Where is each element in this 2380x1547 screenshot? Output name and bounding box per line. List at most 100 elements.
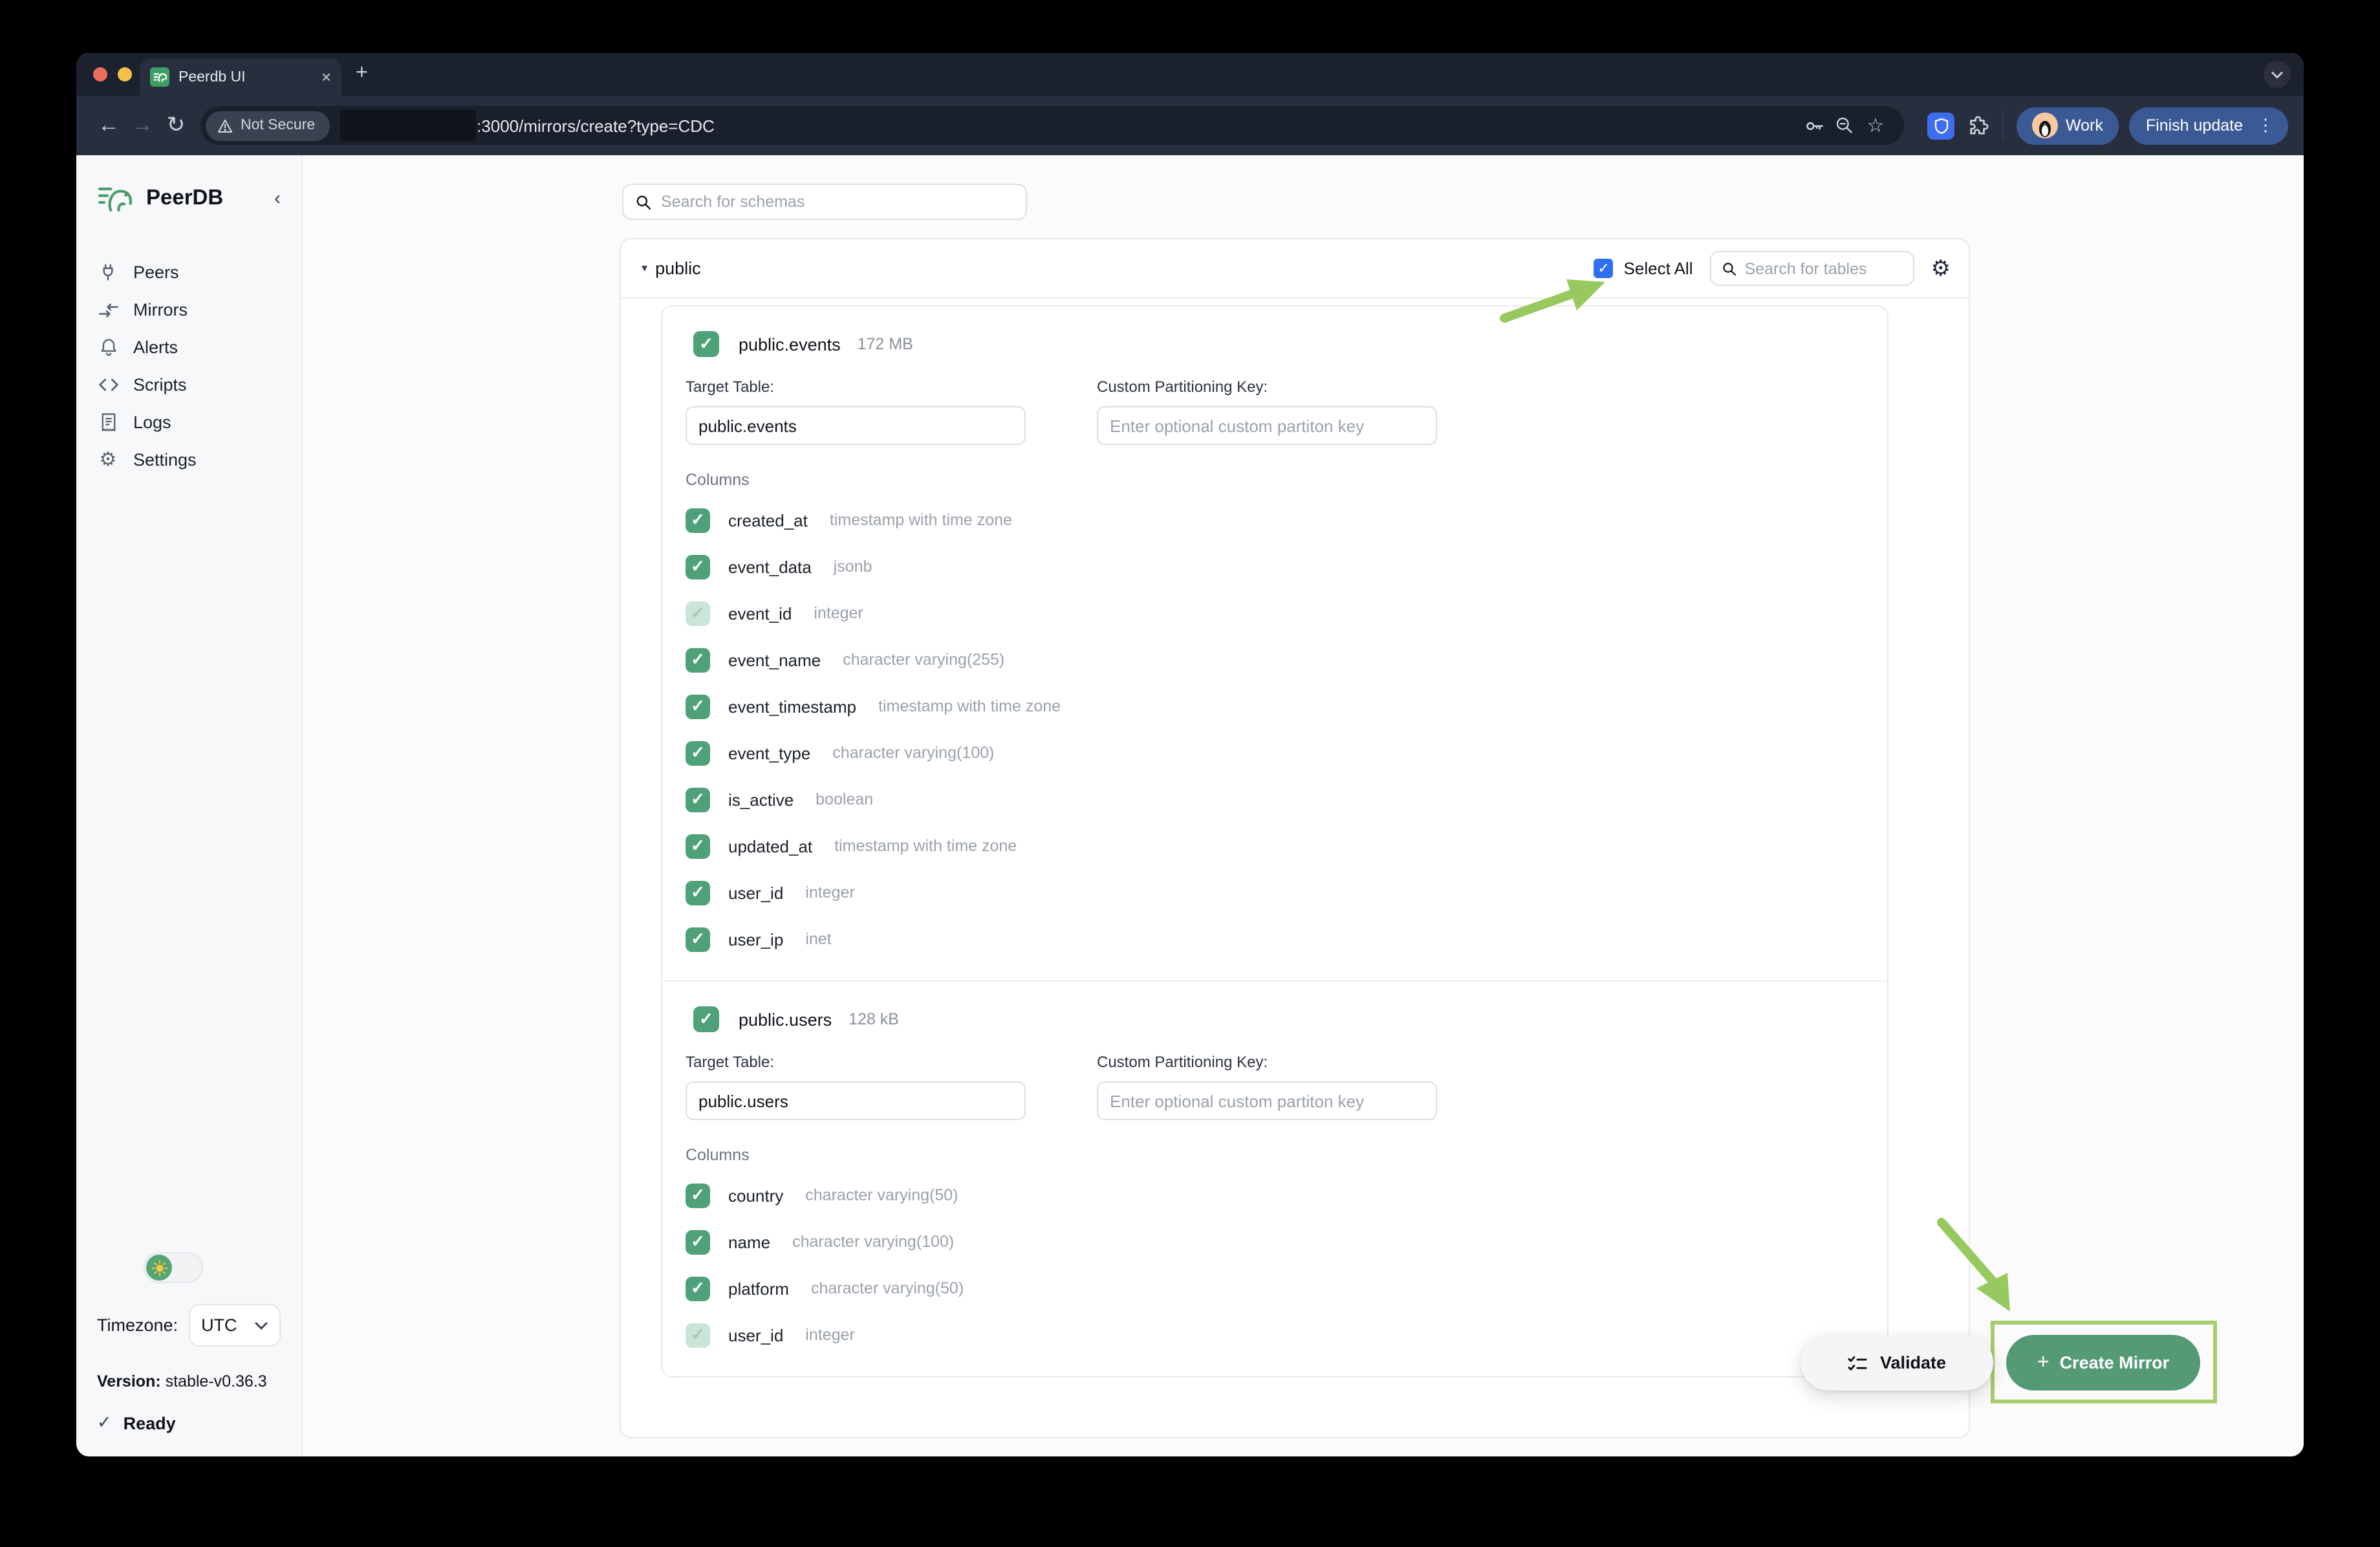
- tab-search-chevron-icon[interactable]: [2264, 61, 2291, 88]
- browser-toolbar: ← → ↻ Not Secure :3000/mirrors/create?ty…: [76, 96, 2304, 155]
- column-checkbox[interactable]: ✓: [686, 1276, 710, 1301]
- column-checkbox[interactable]: ✓: [686, 554, 710, 579]
- column-type: character varying(50): [811, 1279, 964, 1297]
- validate-button[interactable]: Validate: [1801, 1335, 1993, 1390]
- zoom-out-icon[interactable]: [1829, 115, 1860, 136]
- timezone-select[interactable]: UTC: [188, 1304, 281, 1347]
- column-checkbox[interactable]: ✓: [686, 880, 710, 905]
- chevron-down-icon: [255, 1321, 268, 1329]
- sidebar-item-mirrors[interactable]: Mirrors: [97, 291, 281, 329]
- reload-icon[interactable]: ↻: [159, 113, 193, 138]
- select-all-checkbox[interactable]: ✓: [1594, 259, 1614, 278]
- column-name: created_at: [728, 510, 808, 530]
- forward-icon[interactable]: →: [125, 113, 159, 138]
- table-row: ✓ public.events 172 MB: [693, 331, 1864, 357]
- back-icon[interactable]: ←: [92, 113, 125, 138]
- column-name: event_timestamp: [728, 697, 856, 716]
- theme-toggle[interactable]: [144, 1252, 203, 1283]
- partition-key-label: Custom Partitioning Key:: [1097, 378, 1437, 396]
- column-checkbox[interactable]: ✓: [686, 741, 710, 765]
- browser-menu-dots-icon[interactable]: ⋮: [2251, 115, 2280, 136]
- schema-name: public: [655, 259, 701, 278]
- sidebar-item-scripts[interactable]: Scripts: [97, 366, 281, 404]
- not-secure-chip[interactable]: Not Secure: [206, 111, 329, 140]
- bookmark-star-icon[interactable]: ☆: [1860, 114, 1891, 137]
- column-name: event_id: [728, 603, 792, 623]
- expand-triangle-icon: ▾: [642, 261, 647, 276]
- new-tab-button[interactable]: +: [356, 63, 368, 84]
- main-panel: ▾ public ✓ Select All: [303, 155, 2304, 1456]
- column-checkbox[interactable]: ✓: [686, 927, 710, 951]
- column-type: jsonb: [834, 557, 872, 576]
- toolbar-divider: [2002, 111, 2004, 140]
- column-name: user_id: [728, 883, 783, 902]
- table-form: Target Table: Custom Partitioning Key:: [686, 1053, 1864, 1120]
- select-all-control[interactable]: ✓ Select All: [1594, 259, 1693, 278]
- minimize-window-button[interactable]: [118, 67, 132, 81]
- browser-tab[interactable]: Peerdb UI ×: [140, 58, 341, 96]
- column-checkbox[interactable]: ✓: [686, 1183, 710, 1207]
- sidebar-item-logs[interactable]: Logs: [97, 404, 281, 441]
- column-type: character varying(100): [792, 1233, 954, 1251]
- create-mirror-button[interactable]: + Create Mirror: [2006, 1335, 2200, 1390]
- partition-key-label: Custom Partitioning Key:: [1097, 1053, 1437, 1071]
- sidebar-item-settings[interactable]: ⚙ Settings: [97, 441, 281, 479]
- password-key-icon[interactable]: [1798, 114, 1829, 136]
- column-type: character varying(255): [843, 651, 1004, 669]
- table-settings-gear-icon[interactable]: ⚙: [1931, 257, 1951, 279]
- column-checkbox[interactable]: ✓: [686, 694, 710, 719]
- gear-icon: ⚙: [97, 450, 119, 470]
- column-row: ✓ name character varying(100): [686, 1218, 1864, 1265]
- extensions-puzzle-icon[interactable]: [1967, 114, 1989, 136]
- column-type: boolean: [816, 790, 873, 808]
- sidebar-item-alerts[interactable]: Alerts: [97, 329, 281, 366]
- timezone-value: UTC: [201, 1315, 247, 1335]
- target-table-input[interactable]: [686, 406, 1026, 445]
- schema-expander[interactable]: ▾ public: [642, 259, 701, 278]
- column-name: country: [728, 1185, 783, 1205]
- mirror-arrows-icon: [97, 301, 119, 319]
- table-checkbox[interactable]: ✓: [693, 1006, 719, 1032]
- column-checkbox[interactable]: ✓: [686, 601, 710, 625]
- select-all-label: Select All: [1624, 259, 1693, 278]
- tab-strip: Peerdb UI × +: [76, 53, 2304, 96]
- search-icon: [1722, 261, 1737, 276]
- address-bar[interactable]: Not Secure :3000/mirrors/create?type=CDC…: [200, 106, 1904, 145]
- finish-update-button[interactable]: Finish update ⋮: [2129, 107, 2288, 144]
- status-label: Ready: [124, 1413, 176, 1433]
- profile-chip[interactable]: Work: [2017, 107, 2119, 144]
- table-checkbox[interactable]: ✓: [693, 331, 719, 357]
- column-type: character varying(100): [832, 744, 994, 762]
- table-name: public.users: [739, 1010, 832, 1029]
- column-type: character varying(50): [805, 1186, 958, 1204]
- schema-search-input[interactable]: [661, 193, 1014, 211]
- column-row: ✓ user_id integer: [686, 1312, 1864, 1358]
- column-checkbox[interactable]: ✓: [686, 834, 710, 858]
- bitwarden-shield-icon[interactable]: [1927, 112, 1954, 139]
- column-checkbox[interactable]: ✓: [686, 647, 710, 672]
- partition-key-input[interactable]: [1097, 1081, 1437, 1120]
- partition-key-input[interactable]: [1097, 406, 1437, 445]
- column-row: ✓ created_at timestamp with time zone: [686, 497, 1864, 543]
- status-row: ✓ Ready: [97, 1412, 281, 1433]
- column-row: ✓ event_timestamp timestamp with time zo…: [686, 683, 1864, 730]
- column-checkbox[interactable]: ✓: [686, 1229, 710, 1254]
- sidebar-item-peers[interactable]: Peers: [97, 254, 281, 291]
- columns-heading: Columns: [686, 1146, 1864, 1164]
- column-type: integer: [805, 883, 854, 902]
- version-label: Version:: [97, 1372, 161, 1390]
- close-window-button[interactable]: [93, 67, 107, 81]
- column-checkbox[interactable]: ✓: [686, 787, 710, 812]
- version-line: Version: stable-v0.36.3: [97, 1372, 281, 1390]
- target-table-label: Target Table:: [686, 1053, 1026, 1071]
- table-name: public.events: [739, 334, 841, 354]
- column-checkbox[interactable]: ✓: [686, 508, 710, 532]
- plus-icon: +: [2037, 1351, 2050, 1374]
- column-type: inet: [805, 930, 831, 948]
- target-table-input[interactable]: [686, 1081, 1026, 1120]
- sidebar-collapse-icon[interactable]: ‹: [274, 187, 281, 209]
- column-checkbox[interactable]: ✓: [686, 1323, 710, 1347]
- column-type: timestamp with time zone: [830, 511, 1012, 529]
- table-search-input[interactable]: [1745, 259, 1903, 277]
- tab-close-icon[interactable]: ×: [321, 69, 331, 85]
